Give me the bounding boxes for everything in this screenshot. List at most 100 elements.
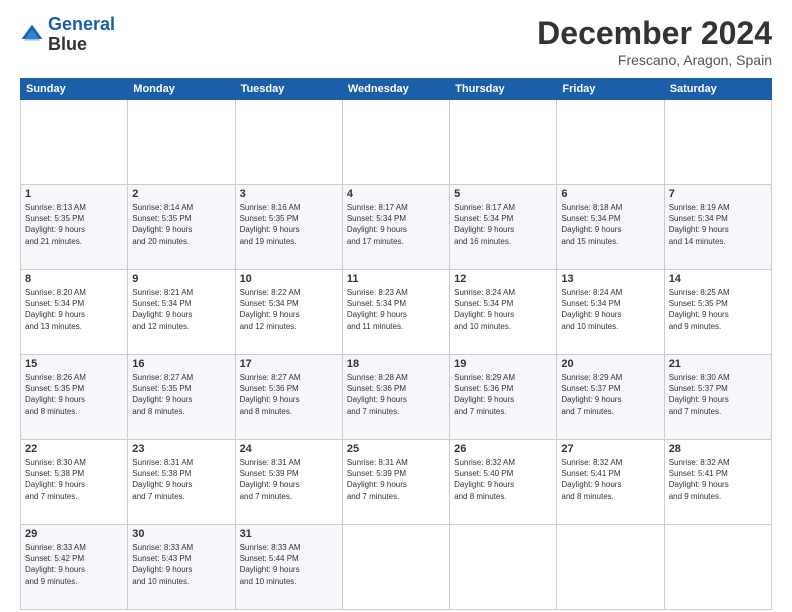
day-number: 15 bbox=[25, 358, 123, 370]
col-saturday: Saturday bbox=[664, 79, 771, 100]
day-number: 1 bbox=[25, 188, 123, 200]
col-wednesday: Wednesday bbox=[342, 79, 449, 100]
day-info: Sunrise: 8:27 AM Sunset: 5:35 PM Dayligh… bbox=[132, 372, 230, 417]
calendar-week-row: 1 Sunrise: 8:13 AM Sunset: 5:35 PM Daylig… bbox=[21, 185, 772, 270]
table-row: 10Sunrise: 8:22 AM Sunset: 5:34 PM Dayli… bbox=[235, 270, 342, 355]
day-number: 11 bbox=[347, 273, 445, 285]
table-row: 25 Sunrise: 8:31 AM Sunset: 5:39 PM Dayli… bbox=[342, 440, 449, 525]
day-info: Sunrise: 8:29 AM Sunset: 5:36 PM Dayligh… bbox=[454, 372, 552, 417]
day-number: 13 bbox=[561, 273, 659, 285]
day-info: Sunrise: 8:17 AM Sunset: 5:34 PM Dayligh… bbox=[347, 202, 445, 247]
day-number: 14 bbox=[669, 273, 767, 285]
day-number: 16 bbox=[132, 358, 230, 370]
table-row bbox=[557, 100, 664, 185]
day-info: Sunrise: 8:30 AM Sunset: 5:38 PM Dayligh… bbox=[25, 457, 123, 502]
calendar-header-row: Sunday Monday Tuesday Wednesday Thursday… bbox=[21, 79, 772, 100]
col-tuesday: Tuesday bbox=[235, 79, 342, 100]
day-number: 25 bbox=[347, 443, 445, 455]
col-sunday: Sunday bbox=[21, 79, 128, 100]
table-row bbox=[450, 525, 557, 610]
day-number: 12 bbox=[454, 273, 552, 285]
table-row: 15 Sunrise: 8:26 AM Sunset: 5:35 PM Dayli… bbox=[21, 355, 128, 440]
day-info: Sunrise: 8:33 AM Sunset: 5:42 PM Dayligh… bbox=[25, 542, 123, 587]
col-thursday: Thursday bbox=[450, 79, 557, 100]
day-info: Sunrise: 8:31 AM Sunset: 5:38 PM Dayligh… bbox=[132, 457, 230, 502]
table-row: 17Sunrise: 8:27 AM Sunset: 5:36 PM Dayli… bbox=[235, 355, 342, 440]
calendar-week-row: 22 Sunrise: 8:30 AM Sunset: 5:38 PM Dayli… bbox=[21, 440, 772, 525]
day-info: Sunrise: 8:17 AM Sunset: 5:34 PM Dayligh… bbox=[454, 202, 552, 247]
day-info: Sunrise: 8:22 AM Sunset: 5:34 PM Dayligh… bbox=[240, 287, 338, 332]
day-info: Sunrise: 8:31 AM Sunset: 5:39 PM Dayligh… bbox=[347, 457, 445, 502]
day-info: Sunrise: 8:32 AM Sunset: 5:41 PM Dayligh… bbox=[561, 457, 659, 502]
header: General Blue December 2024 Frescano, Ara… bbox=[20, 15, 772, 68]
day-info: Sunrise: 8:27 AM Sunset: 5:36 PM Dayligh… bbox=[240, 372, 338, 417]
day-info: Sunrise: 8:13 AM Sunset: 5:35 PM Dayligh… bbox=[25, 202, 123, 247]
table-row bbox=[664, 100, 771, 185]
logo-blue: Blue bbox=[48, 35, 115, 55]
day-info: Sunrise: 8:33 AM Sunset: 5:44 PM Dayligh… bbox=[240, 542, 338, 587]
table-row: 31 Sunrise: 8:33 AM Sunset: 5:44 PM Dayli… bbox=[235, 525, 342, 610]
day-info: Sunrise: 8:19 AM Sunset: 5:34 PM Dayligh… bbox=[669, 202, 767, 247]
table-row: 6 Sunrise: 8:18 AM Sunset: 5:34 PM Daylig… bbox=[557, 185, 664, 270]
day-number: 18 bbox=[347, 358, 445, 370]
table-row bbox=[557, 525, 664, 610]
table-row: 2 Sunrise: 8:14 AM Sunset: 5:35 PM Daylig… bbox=[128, 185, 235, 270]
table-row bbox=[664, 525, 771, 610]
day-number: 8 bbox=[25, 273, 123, 285]
table-row bbox=[21, 100, 128, 185]
day-info: Sunrise: 8:32 AM Sunset: 5:41 PM Dayligh… bbox=[669, 457, 767, 502]
table-row: 22 Sunrise: 8:30 AM Sunset: 5:38 PM Dayli… bbox=[21, 440, 128, 525]
day-number: 28 bbox=[669, 443, 767, 455]
day-number: 5 bbox=[454, 188, 552, 200]
day-number: 31 bbox=[240, 528, 338, 540]
calendar-body: 1 Sunrise: 8:13 AM Sunset: 5:35 PM Daylig… bbox=[21, 100, 772, 610]
table-row: 5 Sunrise: 8:17 AM Sunset: 5:34 PM Daylig… bbox=[450, 185, 557, 270]
day-number: 26 bbox=[454, 443, 552, 455]
table-row: 18 Sunrise: 8:28 AM Sunset: 5:36 PM Dayli… bbox=[342, 355, 449, 440]
day-info: Sunrise: 8:31 AM Sunset: 5:39 PM Dayligh… bbox=[240, 457, 338, 502]
calendar-week-row: 15 Sunrise: 8:26 AM Sunset: 5:35 PM Dayli… bbox=[21, 355, 772, 440]
day-number: 9 bbox=[132, 273, 230, 285]
col-friday: Friday bbox=[557, 79, 664, 100]
table-row: 28 Sunrise: 8:32 AM Sunset: 5:41 PM Dayli… bbox=[664, 440, 771, 525]
table-row: 19 Sunrise: 8:29 AM Sunset: 5:36 PM Dayli… bbox=[450, 355, 557, 440]
table-row: 27Sunrise: 8:32 AM Sunset: 5:41 PM Dayli… bbox=[557, 440, 664, 525]
day-info: Sunrise: 8:30 AM Sunset: 5:37 PM Dayligh… bbox=[669, 372, 767, 417]
day-number: 23 bbox=[132, 443, 230, 455]
day-info: Sunrise: 8:28 AM Sunset: 5:36 PM Dayligh… bbox=[347, 372, 445, 417]
day-info: Sunrise: 8:24 AM Sunset: 5:34 PM Dayligh… bbox=[561, 287, 659, 332]
table-row: 21 Sunrise: 8:30 AM Sunset: 5:37 PM Dayli… bbox=[664, 355, 771, 440]
table-row bbox=[450, 100, 557, 185]
logo-icon bbox=[20, 23, 44, 47]
day-number: 22 bbox=[25, 443, 123, 455]
logo-text: General Blue bbox=[48, 15, 115, 55]
table-row: 16 Sunrise: 8:27 AM Sunset: 5:35 PM Dayli… bbox=[128, 355, 235, 440]
calendar-week-row: 8 Sunrise: 8:20 AM Sunset: 5:34 PM Daylig… bbox=[21, 270, 772, 355]
table-row: 7Sunrise: 8:19 AM Sunset: 5:34 PM Daylig… bbox=[664, 185, 771, 270]
table-row bbox=[235, 100, 342, 185]
table-row bbox=[128, 100, 235, 185]
day-info: Sunrise: 8:18 AM Sunset: 5:34 PM Dayligh… bbox=[561, 202, 659, 247]
table-row: 8 Sunrise: 8:20 AM Sunset: 5:34 PM Daylig… bbox=[21, 270, 128, 355]
day-number: 29 bbox=[25, 528, 123, 540]
day-number: 4 bbox=[347, 188, 445, 200]
day-number: 2 bbox=[132, 188, 230, 200]
subtitle: Frescano, Aragon, Spain bbox=[537, 52, 772, 68]
day-number: 21 bbox=[669, 358, 767, 370]
day-number: 6 bbox=[561, 188, 659, 200]
day-info: Sunrise: 8:20 AM Sunset: 5:34 PM Dayligh… bbox=[25, 287, 123, 332]
calendar-week-row bbox=[21, 100, 772, 185]
page: General Blue December 2024 Frescano, Ara… bbox=[0, 0, 792, 612]
day-number: 3 bbox=[240, 188, 338, 200]
title-block: December 2024 Frescano, Aragon, Spain bbox=[537, 15, 772, 68]
table-row: 20Sunrise: 8:29 AM Sunset: 5:37 PM Dayli… bbox=[557, 355, 664, 440]
day-info: Sunrise: 8:14 AM Sunset: 5:35 PM Dayligh… bbox=[132, 202, 230, 247]
table-row: 4 Sunrise: 8:17 AM Sunset: 5:34 PM Daylig… bbox=[342, 185, 449, 270]
table-row: 14Sunrise: 8:25 AM Sunset: 5:35 PM Dayli… bbox=[664, 270, 771, 355]
table-row: 12Sunrise: 8:24 AM Sunset: 5:34 PM Dayli… bbox=[450, 270, 557, 355]
calendar-table: Sunday Monday Tuesday Wednesday Thursday… bbox=[20, 78, 772, 610]
calendar-week-row: 29 Sunrise: 8:33 AM Sunset: 5:42 PM Dayli… bbox=[21, 525, 772, 610]
day-info: Sunrise: 8:26 AM Sunset: 5:35 PM Dayligh… bbox=[25, 372, 123, 417]
day-number: 19 bbox=[454, 358, 552, 370]
table-row: 3Sunrise: 8:16 AM Sunset: 5:35 PM Daylig… bbox=[235, 185, 342, 270]
